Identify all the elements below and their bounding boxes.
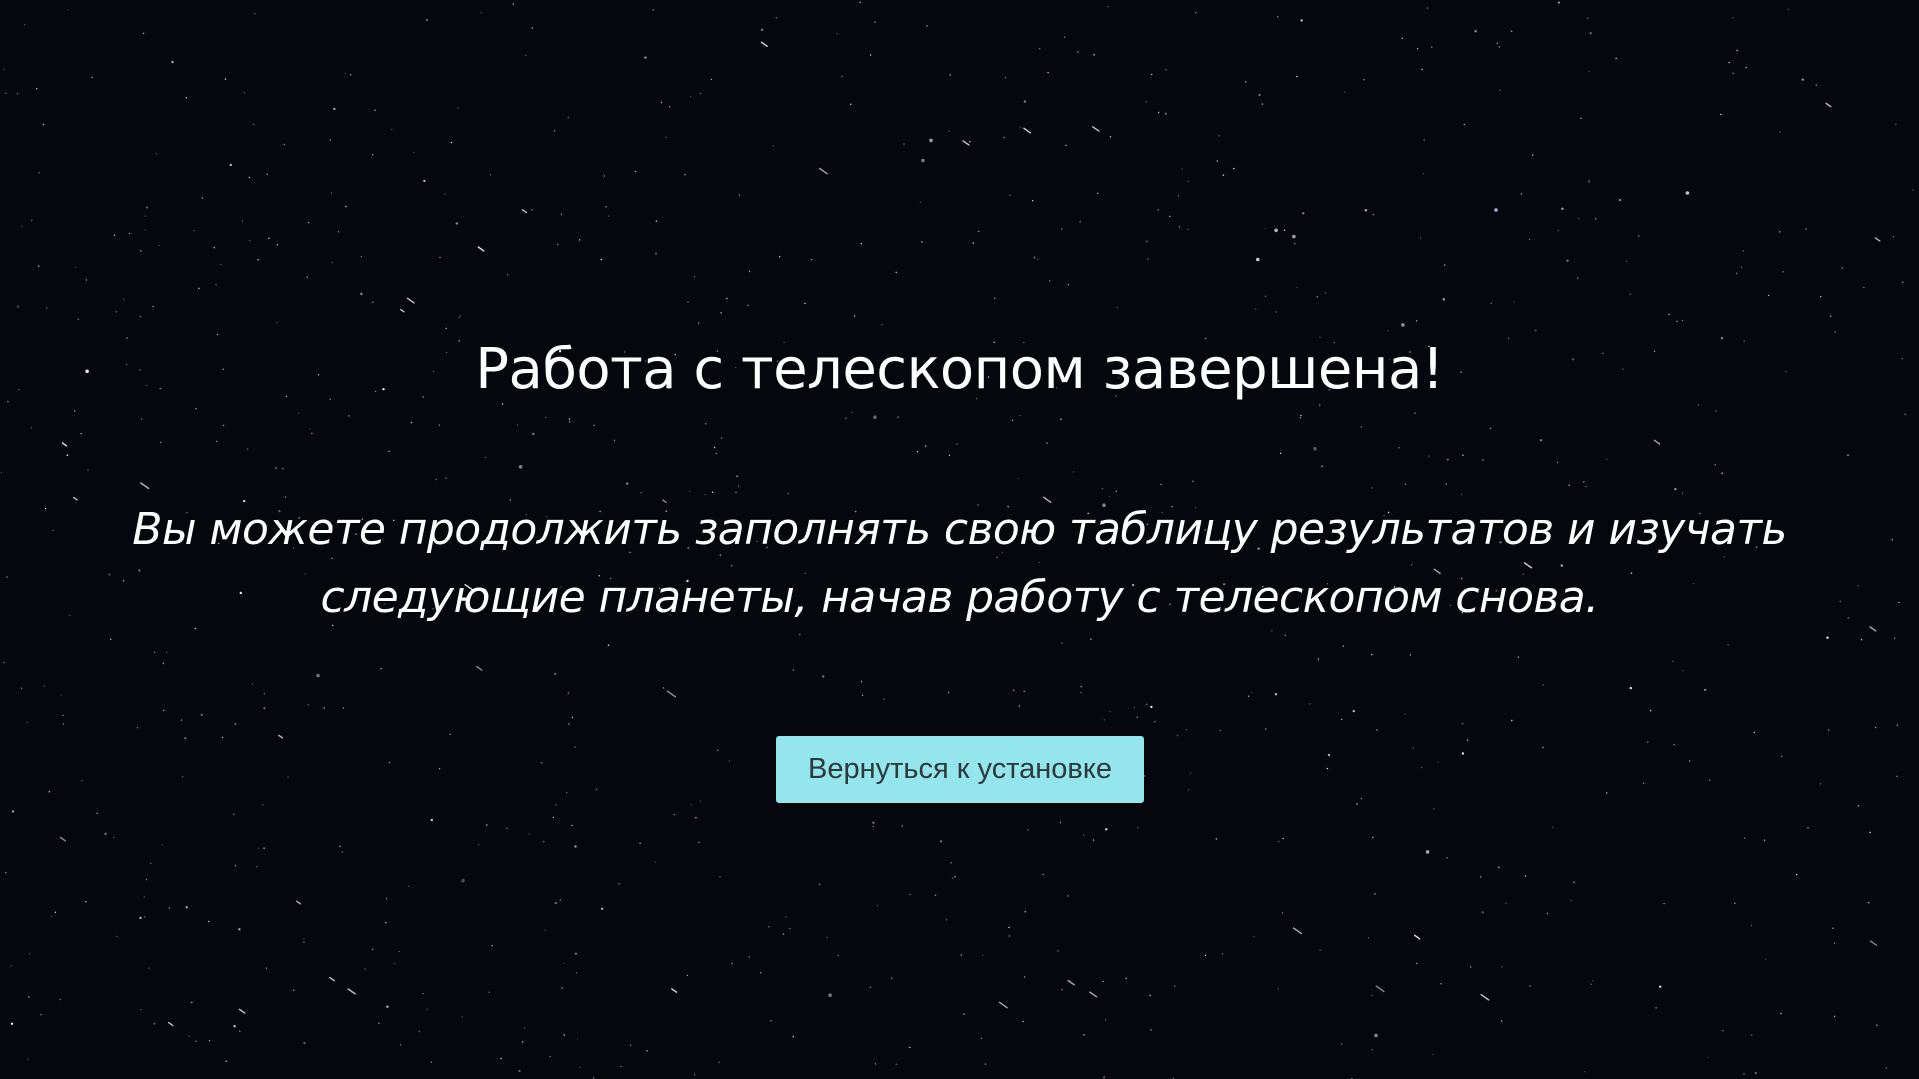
continue-message: Вы можете продолжить заполнять свою табл…	[132, 504, 1787, 623]
return-to-setup-button[interactable]: Вернуться к установке	[776, 736, 1144, 803]
page-title: Работа с телескопом завершена!	[475, 337, 1444, 402]
completion-screen: Работа с телескопом завершена! Вы можете…	[0, 0, 1919, 1079]
